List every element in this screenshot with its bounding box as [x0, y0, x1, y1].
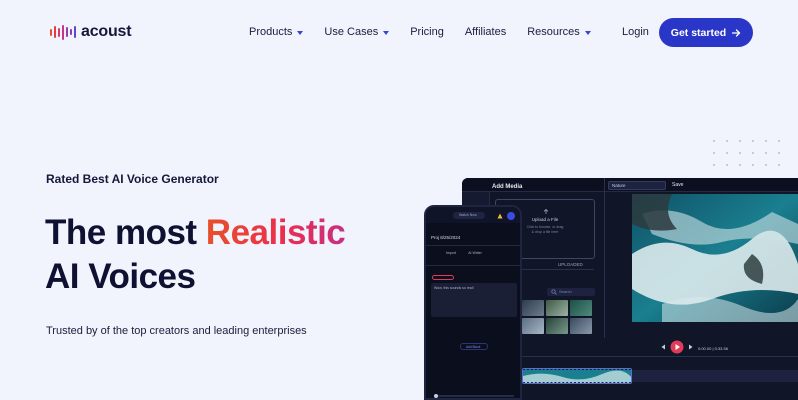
- timecode: 0:00.00 | 0:33.56: [698, 346, 728, 351]
- nav-item-use-cases[interactable]: Use Cases: [324, 26, 390, 38]
- arrow-right-icon: [732, 28, 741, 37]
- video-preview-ocean: [632, 194, 798, 322]
- phone-project-title: Proj 8/25/2024: [431, 235, 461, 240]
- phone-progress-slider: [434, 394, 514, 398]
- nav-item-products[interactable]: Products: [249, 26, 304, 38]
- watch-now-chip: Watch Now: [453, 212, 485, 219]
- play-button-icon: [670, 340, 684, 354]
- add-block-button: Add Block: [460, 343, 488, 350]
- caret-down-icon: [383, 30, 390, 35]
- headline-highlight: Realistic: [205, 213, 346, 252]
- tab-underline: [522, 269, 594, 270]
- decorative-dot-grid: [713, 140, 780, 166]
- hero-subtext: Trusted by of the top creators and leadi…: [46, 325, 307, 337]
- caret-down-icon: [584, 30, 591, 35]
- brand-name: acoust: [81, 23, 132, 40]
- top-navigation: acoust Products Use Cases Pricing Affili…: [0, 0, 798, 64]
- mobile-app-mockup: Watch Now Proj 8/25/2024 Import AI Write…: [424, 205, 522, 400]
- upload-hint-line-1: Click to browse, or drag: [526, 225, 564, 229]
- nav-item-label: Use Cases: [324, 26, 379, 38]
- panel-divider: [604, 178, 605, 338]
- import-action: Import: [446, 251, 456, 255]
- search-icon: [551, 289, 557, 295]
- timeline-ruler: [522, 356, 798, 364]
- headline-line-2: AI Voices: [45, 257, 196, 296]
- nav-item-affiliates[interactable]: Affiliates: [465, 26, 506, 38]
- get-started-label: Get started: [670, 26, 727, 39]
- phone-divider: [426, 245, 520, 246]
- project-name: Nature: [612, 183, 626, 188]
- project-name-field: Nature: [608, 181, 666, 190]
- voice-chip: [432, 275, 454, 280]
- video-track-filmstrip: [522, 368, 632, 384]
- hero-headline: The most Realistic AI Voices: [45, 211, 346, 299]
- watch-now-label: Watch Now: [459, 213, 477, 217]
- nav-item-label: Products: [249, 26, 293, 38]
- nav-item-resources[interactable]: Resources: [527, 26, 591, 38]
- main-menu: Products Use Cases Pricing Affiliates Re…: [249, 26, 612, 38]
- add-media-title: Add Media: [492, 184, 523, 190]
- add-block-label: Add Block: [466, 345, 481, 349]
- nav-item-label: Resources: [527, 26, 580, 38]
- upload-icon: [543, 208, 549, 214]
- user-avatar: [507, 212, 515, 220]
- upload-hint-line-2: & drop a file here: [531, 230, 559, 234]
- save-label: Save: [672, 182, 684, 188]
- get-started-button[interactable]: Get started: [659, 18, 753, 47]
- nav-item-label: Pricing: [410, 26, 444, 38]
- audio-track: [632, 370, 798, 382]
- nav-item-pricing[interactable]: Pricing: [410, 26, 444, 38]
- brand-logo[interactable]: acoust: [50, 22, 132, 42]
- media-thumbnails: [522, 300, 592, 334]
- soundwave-icon: [50, 22, 76, 42]
- skip-forward-icon: [689, 344, 693, 350]
- login-link[interactable]: Login: [622, 26, 649, 38]
- caret-down-icon: [297, 30, 304, 35]
- skip-back-icon: [661, 344, 665, 350]
- nav-item-label: Affiliates: [464, 26, 507, 38]
- media-search-placeholder: Search: [559, 289, 572, 294]
- warning-icon: [497, 213, 503, 219]
- phone-divider: [426, 265, 520, 266]
- tab-uploaded: UPLOADED: [558, 262, 583, 267]
- editor-text: Wow, this sounds so real!: [434, 286, 474, 290]
- headline-prefix: The most: [45, 213, 206, 252]
- ai-writer-action: AI Writer: [468, 251, 482, 255]
- hero-eyebrow: Rated Best AI Voice Generator: [46, 172, 219, 186]
- text-block-editor: Wow, this sounds so real!: [431, 283, 517, 317]
- playback-controls: [632, 340, 752, 354]
